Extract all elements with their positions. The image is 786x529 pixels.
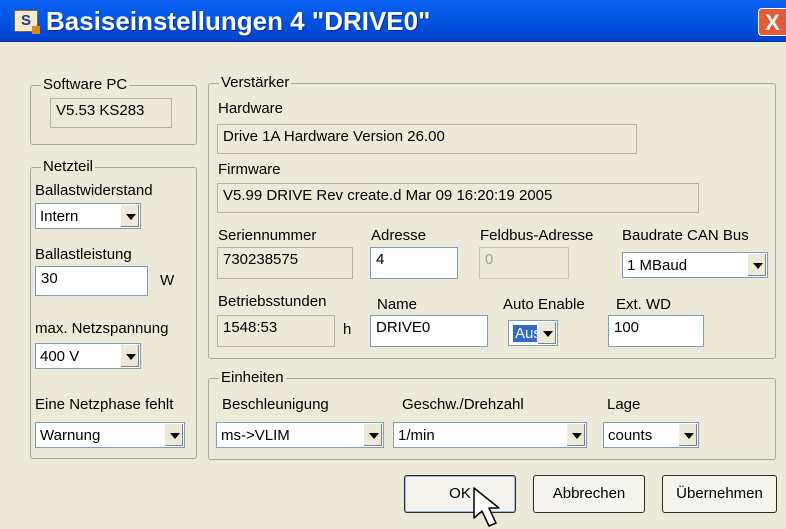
ballastwiderstand-label: Ballastwiderstand	[35, 182, 153, 199]
adresse-input[interactable]: 4	[370, 247, 458, 279]
netzspannung-value: 400 V	[40, 348, 80, 365]
name-input[interactable]: DRIVE0	[370, 315, 488, 347]
chevron-down-icon[interactable]	[363, 424, 382, 446]
title-bar[interactable]: S Basiseinstellungen 4 "DRIVE0" X	[0, 0, 786, 42]
app-icon[interactable]: S	[14, 10, 40, 34]
betriebsstunden-unit: h	[343, 321, 352, 338]
hardware-value: Drive 1A Hardware Version 26.00	[217, 124, 637, 154]
feldbus-input[interactable]: 0	[479, 247, 569, 279]
ballastleistung-unit: W	[160, 272, 175, 289]
beschleunigung-select[interactable]: ms->VLIM	[216, 422, 384, 448]
chevron-down-icon[interactable]	[566, 424, 585, 446]
einheiten-legend: Einheiten	[219, 369, 286, 386]
netzspannung-select[interactable]: 400 V	[35, 343, 141, 369]
arrow-cursor-icon	[473, 487, 500, 527]
seriennummer-value: 730238575	[217, 247, 353, 279]
feldbus-label: Feldbus-Adresse	[480, 227, 594, 244]
netzphase-label: Eine Netzphase fehlt	[35, 396, 174, 413]
software-pc-legend: Software PC	[41, 76, 130, 93]
beschleunigung-label: Beschleunigung	[222, 396, 329, 413]
chevron-down-icon[interactable]	[537, 322, 556, 344]
lage-value: counts	[608, 427, 653, 444]
abbrechen-button[interactable]: Abbrechen	[533, 475, 645, 513]
chevron-down-icon[interactable]	[120, 205, 139, 227]
lage-label: Lage	[607, 396, 641, 413]
baudrate-label: Baudrate CAN Bus	[622, 227, 749, 244]
ballastleistung-input[interactable]: 30	[35, 266, 148, 296]
baudrate-select[interactable]: 1 MBaud	[622, 252, 768, 278]
ext-wd-input[interactable]: 100	[608, 315, 704, 347]
baudrate-value: 1 MBaud	[627, 257, 688, 274]
verstaerker-legend: Verstärker	[219, 74, 292, 91]
ballastwiderstand-value: Intern	[40, 208, 79, 225]
firmware-label: Firmware	[218, 161, 281, 178]
lage-select[interactable]: counts	[603, 422, 699, 448]
auto-enable-select[interactable]: Aus	[508, 320, 558, 346]
window-title: Basiseinstellungen 4 "DRIVE0"	[46, 6, 431, 36]
ballastleistung-label: Ballastleistung	[35, 246, 132, 263]
adresse-label: Adresse	[371, 227, 427, 244]
uebernehmen-button[interactable]: Übernehmen	[662, 475, 777, 513]
auto-enable-label: Auto Enable	[503, 296, 585, 313]
betriebsstunden-label: Betriebsstunden	[218, 293, 327, 310]
chevron-down-icon[interactable]	[747, 254, 766, 276]
name-label: Name	[377, 296, 418, 313]
netzteil-legend: Netzteil	[41, 158, 96, 175]
firmware-value: V5.99 DRIVE Rev create.d Mar 09 16:20:19…	[217, 183, 699, 213]
chevron-down-icon[interactable]	[164, 424, 183, 446]
ext-wd-label: Ext. WD	[616, 296, 671, 313]
netzspannung-label: max. Netzspannung	[35, 320, 169, 337]
netzphase-select[interactable]: Warnung	[35, 422, 185, 448]
beschleunigung-value: ms->VLIM	[221, 427, 290, 444]
ballastwiderstand-select[interactable]: Intern	[35, 203, 141, 229]
seriennummer-label: Seriennummer	[218, 227, 317, 244]
betriebsstunden-value: 1548:53	[217, 315, 335, 347]
close-button[interactable]: X	[758, 8, 786, 36]
chevron-down-icon[interactable]	[120, 345, 139, 367]
software-pc-version: V5.53 KS283	[50, 98, 172, 128]
geschw-value: 1/min	[398, 427, 435, 444]
geschw-label: Geschw./Drehzahl	[402, 396, 524, 413]
chevron-down-icon[interactable]	[678, 424, 697, 446]
hardware-label: Hardware	[218, 100, 284, 117]
geschw-select[interactable]: 1/min	[393, 422, 587, 448]
netzphase-value: Warnung	[40, 427, 101, 444]
